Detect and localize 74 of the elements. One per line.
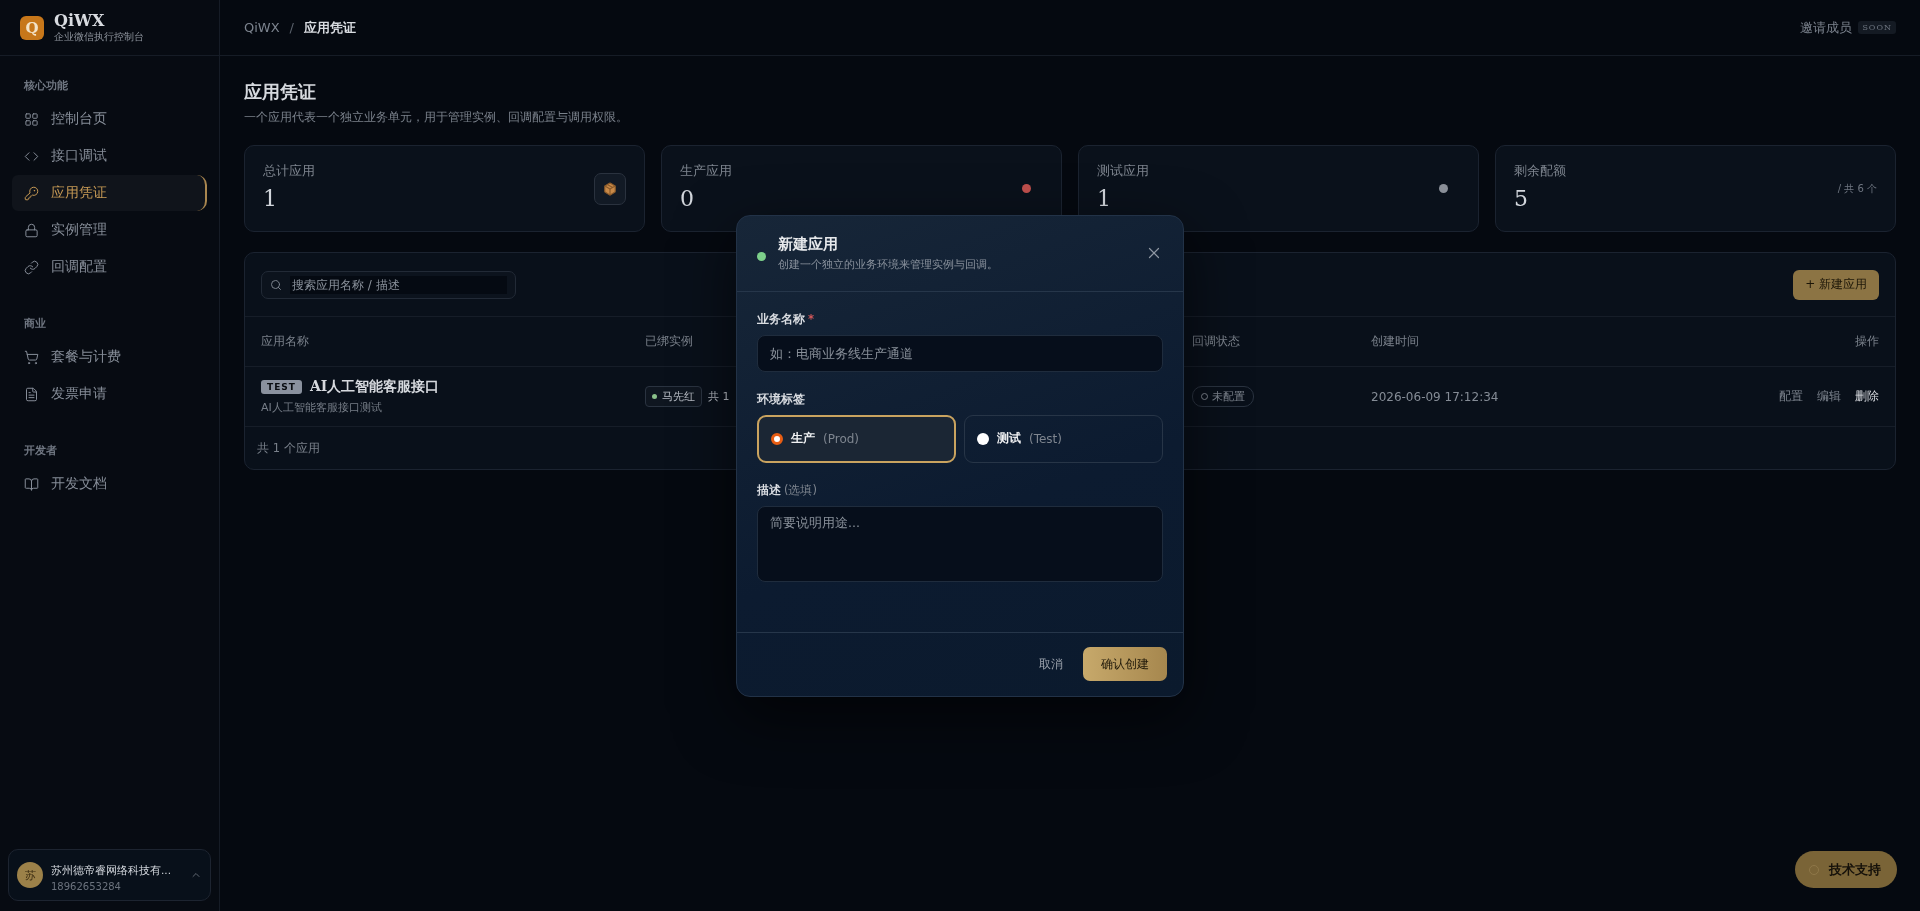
section-title: 核心功能	[23, 78, 69, 93]
stat-value: 1	[1097, 186, 1112, 211]
stat-value: 1	[263, 186, 278, 211]
lock-icon	[24, 222, 39, 238]
stat-label: 剩余配额	[1514, 162, 1566, 180]
avatar: 苏	[17, 862, 43, 888]
dialog-title: 新建应用	[778, 234, 839, 254]
new-app-button[interactable]: + 新建应用	[1793, 269, 1879, 300]
brand-subtitle: 企业微信执行控制台	[54, 29, 144, 44]
stat-label: 总计应用	[263, 162, 315, 180]
nav-item[interactable]: 套餐与计费	[12, 339, 207, 375]
created-time: 2026-06-09 17:12:34	[1371, 389, 1500, 404]
field-label: 描述 (选填)	[757, 482, 818, 498]
account-name: 苏州德帝睿网络科技有...	[51, 863, 171, 878]
section-title: 开发者	[23, 443, 58, 458]
column-header: 回调状态	[1192, 333, 1241, 350]
dialog-subtitle: 创建一个独立的业务环境来管理实例与回调。	[778, 256, 998, 272]
page-title: 应用凭证	[244, 80, 317, 104]
stat-value: 0	[680, 186, 695, 211]
row-action[interactable]: 编辑	[1817, 389, 1841, 404]
breadcrumb-item: 应用凭证	[304, 18, 356, 37]
app-name: AI人工智能客服接口	[309, 378, 440, 396]
description-input[interactable]: 简要说明用途...	[757, 505, 1163, 582]
stat-label: 测试应用	[1097, 162, 1149, 180]
grid-icon	[24, 111, 39, 127]
key-icon	[24, 185, 39, 201]
search-field[interactable]: 搜索应用名称 / 描述	[261, 270, 516, 299]
breadcrumb-item[interactable]: QiWX	[244, 20, 280, 35]
row-action[interactable]: 删除	[1855, 389, 1879, 404]
account-phone: 18962653284	[51, 880, 122, 892]
support-button[interactable]: 技术支持	[1795, 851, 1897, 888]
nav-item[interactable]: 开发文档	[12, 466, 207, 502]
soon-badge: SOON	[1858, 21, 1896, 34]
link-icon	[24, 259, 39, 275]
app-description: AI人工智能客服接口测试	[261, 400, 383, 415]
env-option[interactable]: 测试 (Test)	[964, 414, 1163, 463]
page-subtitle: 一个应用代表一个独立业务单元，用于管理实例、回调配置与调用权限。	[244, 110, 629, 125]
section-title: 商业	[23, 316, 47, 331]
stat-value: 5	[1514, 186, 1529, 211]
column-header: 已绑实例	[645, 333, 694, 350]
invite-link[interactable]: 邀请成员	[1800, 18, 1853, 37]
env-option[interactable]: 生产 (Prod)	[757, 414, 956, 463]
instance-chip: 马先红	[645, 386, 702, 407]
callback-status: 未配置	[1192, 386, 1254, 407]
book-icon	[24, 476, 39, 492]
search-icon	[270, 278, 282, 291]
logo-icon: Q	[20, 15, 44, 40]
stat-label: 生产应用	[680, 162, 732, 180]
table-footer: 共 1 个应用	[257, 440, 320, 456]
column-header: 操作	[1855, 333, 1879, 350]
name-input[interactable]: 如：电商业务线生产通道	[757, 334, 1163, 372]
nav-item[interactable]: 接口调试	[12, 138, 207, 174]
nav-item[interactable]: 实例管理	[12, 212, 207, 248]
nav-item[interactable]: 控制台页	[12, 101, 207, 137]
nav-item[interactable]: 回调配置	[12, 249, 207, 285]
quota-note: / 共 6 个	[1837, 181, 1877, 196]
cart-icon	[24, 349, 39, 365]
account-card[interactable]: 苏 苏州德帝睿网络科技有... 18962653284	[8, 849, 211, 901]
column-header: 应用名称	[261, 333, 310, 350]
cancel-button[interactable]: 取消	[1039, 649, 1063, 679]
field-label: 环境标签	[757, 391, 806, 407]
env-badge: TEST	[261, 380, 302, 394]
status-dot	[757, 251, 766, 261]
brand-name: QiWX	[54, 11, 106, 30]
nav-item[interactable]: 应用凭证	[12, 175, 207, 211]
row-action[interactable]: 配置	[1779, 389, 1803, 404]
package-icon	[594, 172, 626, 205]
breadcrumb-separator: /	[289, 20, 294, 35]
document-icon	[24, 386, 39, 402]
confirm-button[interactable]: 确认创建	[1083, 647, 1167, 681]
column-header: 创建时间	[1371, 333, 1420, 350]
field-label: 业务名称 *	[757, 311, 815, 327]
instance-count: 共 1	[708, 389, 730, 404]
nav-item[interactable]: 发票申请	[12, 376, 207, 412]
